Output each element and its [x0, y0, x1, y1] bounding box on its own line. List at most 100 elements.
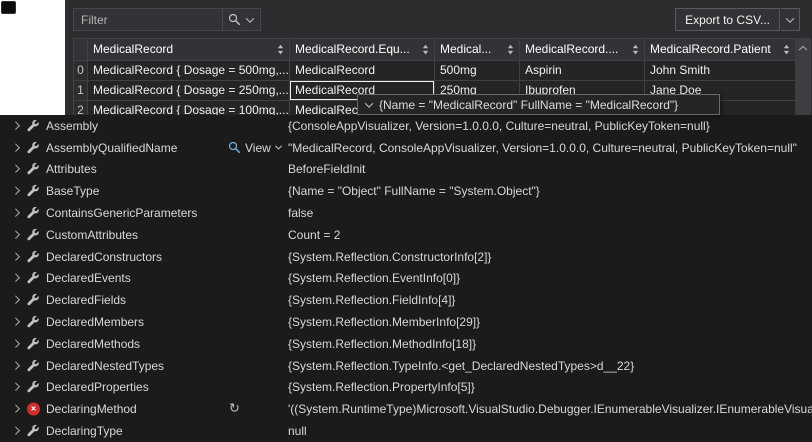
column-header[interactable]: MedicalRecord: [88, 39, 290, 61]
datatip-row[interactable]: DeclaredMethods {System.Reflection.Metho…: [0, 333, 812, 355]
member-name: Assembly: [46, 119, 98, 133]
expand-chevron-icon[interactable]: [12, 339, 20, 347]
view-label: View: [245, 141, 271, 155]
expand-chevron-icon[interactable]: [12, 318, 20, 326]
grid-cell[interactable]: John Smith: [645, 61, 796, 81]
member-name: DeclaredFields: [46, 293, 126, 307]
grid-row[interactable]: 0 MedicalRecord { Dosage = 500mg,... Med…: [74, 61, 795, 81]
sort-icon[interactable]: [277, 44, 284, 55]
member-value: {System.Reflection.FieldInfo[4]}: [288, 293, 812, 307]
property-wrench-icon: [27, 141, 40, 154]
datatip-row[interactable]: DeclaredProperties {System.Reflection.Pr…: [0, 377, 812, 399]
view-button[interactable]: View: [228, 141, 281, 155]
column-header[interactable]: MedicalRecord.Patient: [645, 39, 796, 61]
export-csv-button[interactable]: Export to CSV...: [675, 8, 780, 31]
member-name: DeclaringType: [46, 424, 123, 438]
member-value: false: [288, 206, 812, 220]
property-wrench-icon: [27, 250, 40, 263]
member-name: DeclaredEvents: [46, 271, 131, 285]
member-value: {System.Reflection.PropertyInfo[5]}: [288, 380, 812, 394]
grid-cell[interactable]: 500mg: [435, 61, 520, 81]
datatip-row[interactable]: Attributes BeforeFieldInit: [0, 159, 812, 181]
chevron-down-icon[interactable]: [246, 14, 254, 22]
filter-input[interactable]: [74, 13, 222, 27]
expand-chevron-icon[interactable]: [12, 426, 20, 434]
grid-cell[interactable]: MedicalRecord: [290, 61, 435, 81]
column-header-label: MedicalRecord....: [525, 40, 618, 59]
datatip-row[interactable]: ContainsGenericParameters false: [0, 202, 812, 224]
member-name: ContainsGenericParameters: [46, 206, 197, 220]
export-dropdown-button[interactable]: [781, 8, 800, 31]
member-value: null: [288, 424, 812, 438]
member-value: "MedicalRecord, ConsoleAppVisualizer, Ve…: [288, 141, 812, 155]
sort-icon[interactable]: [507, 44, 514, 55]
grid-cell[interactable]: MedicalRecord { Dosage = 500mg,...: [88, 61, 290, 81]
grid-cell[interactable]: MedicalRecord { Dosage = 100mg,...: [88, 101, 290, 115]
expand-chevron-icon[interactable]: [12, 296, 20, 304]
expand-chevron-icon[interactable]: [12, 405, 20, 413]
datatip-row[interactable]: × DeclaringMethod ↻ '((System.RuntimeTyp…: [0, 398, 812, 420]
expand-chevron-icon[interactable]: [12, 165, 20, 173]
datatip-root-value: {Name = "MedicalRecord" FullName = "Medi…: [379, 98, 678, 112]
chevron-down-icon: [786, 14, 794, 22]
expand-chevron-icon[interactable]: [12, 274, 20, 282]
member-value: BeforeFieldInit: [288, 162, 812, 176]
member-value: {Name = "Object" FullName = "System.Obje…: [288, 184, 812, 198]
datatip-row[interactable]: Assembly {ConsoleAppVisualizer, Version=…: [0, 115, 812, 137]
sort-icon[interactable]: [632, 44, 639, 55]
grid-cell[interactable]: MedicalRecord { Dosage = 250mg,...: [88, 81, 290, 101]
property-wrench-icon: [27, 337, 40, 350]
expand-chevron-icon[interactable]: [12, 230, 20, 238]
row-index[interactable]: 0: [74, 61, 88, 81]
member-value: {System.Reflection.TypeInfo.<get_Declare…: [288, 359, 812, 373]
property-wrench-icon: [27, 294, 40, 307]
vertical-scrollbar[interactable]: [795, 38, 811, 115]
member-name: DeclaredNestedTypes: [46, 359, 164, 373]
datatip-row[interactable]: AssemblyQualifiedName View "MedicalRecor…: [0, 137, 812, 159]
member-value: {System.Reflection.MemberInfo[29]}: [288, 315, 812, 329]
grid-cell[interactable]: Aspirin: [520, 61, 645, 81]
expand-chevron-icon[interactable]: [12, 121, 20, 129]
datatip-row[interactable]: DeclaringType null: [0, 420, 812, 442]
expand-chevron-icon[interactable]: [12, 252, 20, 260]
property-wrench-icon: [27, 207, 40, 220]
datatip-root-tooltip[interactable]: {Name = "MedicalRecord" FullName = "Medi…: [357, 94, 720, 115]
member-name: AssemblyQualifiedName: [46, 141, 177, 155]
datatip-row[interactable]: DeclaredNestedTypes {System.Reflection.T…: [0, 355, 812, 377]
sort-icon[interactable]: [422, 44, 429, 55]
expand-chevron-icon[interactable]: [12, 361, 20, 369]
column-header[interactable]: MedicalRecord.Equ...: [290, 39, 435, 61]
filter-search-box[interactable]: [73, 8, 261, 31]
grid-corner-cell: [74, 39, 88, 61]
member-name: BaseType: [46, 184, 99, 198]
property-wrench-icon: [27, 381, 40, 394]
member-name: DeclaredMembers: [46, 315, 144, 329]
expand-chevron-icon[interactable]: [12, 383, 20, 391]
datatip-row[interactable]: DeclaredFields {System.Reflection.FieldI…: [0, 289, 812, 311]
row-index[interactable]: 2: [74, 101, 88, 115]
export-csv-label: Export to CSV...: [685, 13, 770, 27]
grid-header-row: MedicalRecord MedicalRecord.Equ... Medic…: [74, 39, 795, 61]
datatip-row[interactable]: DeclaredConstructors {System.Reflection.…: [0, 246, 812, 268]
search-icon[interactable]: [228, 13, 241, 26]
row-index[interactable]: 1: [74, 81, 88, 101]
sort-icon[interactable]: [783, 44, 790, 55]
column-header-label: MedicalRecord.Patient: [650, 40, 771, 59]
scrollbar-up-button[interactable]: [795, 38, 811, 55]
member-name: Attributes: [46, 162, 97, 176]
datatip-row[interactable]: CustomAttributes Count = 2: [0, 224, 812, 246]
datatip-row[interactable]: DeclaredEvents {System.Reflection.EventI…: [0, 268, 812, 290]
datatip-row[interactable]: DeclaredMembers {System.Reflection.Membe…: [0, 311, 812, 333]
expand-chevron-icon[interactable]: [12, 209, 20, 217]
collapse-chevron-icon[interactable]: [365, 99, 373, 107]
expand-chevron-icon[interactable]: [12, 187, 20, 195]
refresh-icon[interactable]: ↻: [229, 403, 240, 416]
search-controls[interactable]: [222, 9, 260, 30]
column-header-label: Medical...: [440, 40, 491, 59]
column-header[interactable]: MedicalRecord....: [520, 39, 645, 61]
expand-chevron-icon[interactable]: [12, 143, 20, 151]
member-value: {System.Reflection.ConstructorInfo[2]}: [288, 250, 812, 264]
column-header[interactable]: Medical...: [435, 39, 520, 61]
chevron-down-icon: [275, 143, 282, 150]
datatip-row[interactable]: BaseType {Name = "Object" FullName = "Sy…: [0, 180, 812, 202]
